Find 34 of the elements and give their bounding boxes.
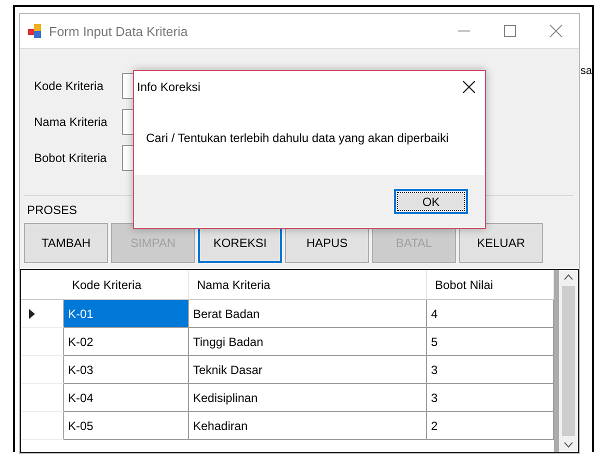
table-cell: K-01 (64, 300, 189, 328)
table-cell: Kehadiran (189, 412, 427, 440)
table-cell: 4 (427, 300, 554, 328)
app-icon (27, 23, 43, 39)
table-cell: K-04 (64, 384, 189, 412)
table-cell: 2 (427, 412, 554, 440)
field-label: Bobot Kriteria (34, 151, 108, 165)
table-cell: K-05 (64, 412, 189, 440)
group-title: PROSES (26, 203, 78, 217)
background-text: sa (580, 65, 592, 77)
table-cell: Tinggi Badan (189, 328, 427, 356)
action-button[interactable]: TAMBAH (24, 223, 108, 263)
ok-button[interactable]: OK (394, 189, 468, 214)
table-cell: 5 (427, 328, 554, 356)
dialog-title: Info Koreksi (137, 80, 200, 94)
field-label: Nama Kriteria (34, 115, 108, 129)
action-button[interactable]: KELUAR (459, 223, 543, 263)
table-cell: Teknik Dasar (189, 356, 427, 384)
column-header[interactable]: Nama Kriteria (189, 270, 427, 299)
table-cell: K-03 (64, 356, 189, 384)
scroll-thumb[interactable] (562, 286, 576, 436)
scroll-up-icon[interactable] (564, 274, 574, 280)
table-cell: 3 (427, 356, 554, 384)
column-header[interactable]: Bobot Nilai (427, 270, 554, 299)
window-title: Form Input Data Kriteria (49, 24, 189, 38)
close-icon[interactable] (463, 81, 475, 93)
table-cell: K-02 (64, 328, 189, 356)
table-cell: Berat Badan (189, 300, 427, 328)
dialog-message: Cari / Tentukan terlebih dahulu data yang akan diperbaiki (146, 131, 449, 145)
column-header[interactable]: Kode Kriteria (64, 270, 189, 299)
field-label: Kode Kriteria (34, 79, 104, 93)
table-cell: Kedisiplinan (189, 384, 427, 412)
table-cell: 3 (427, 384, 554, 412)
scroll-down-icon[interactable] (564, 442, 574, 448)
